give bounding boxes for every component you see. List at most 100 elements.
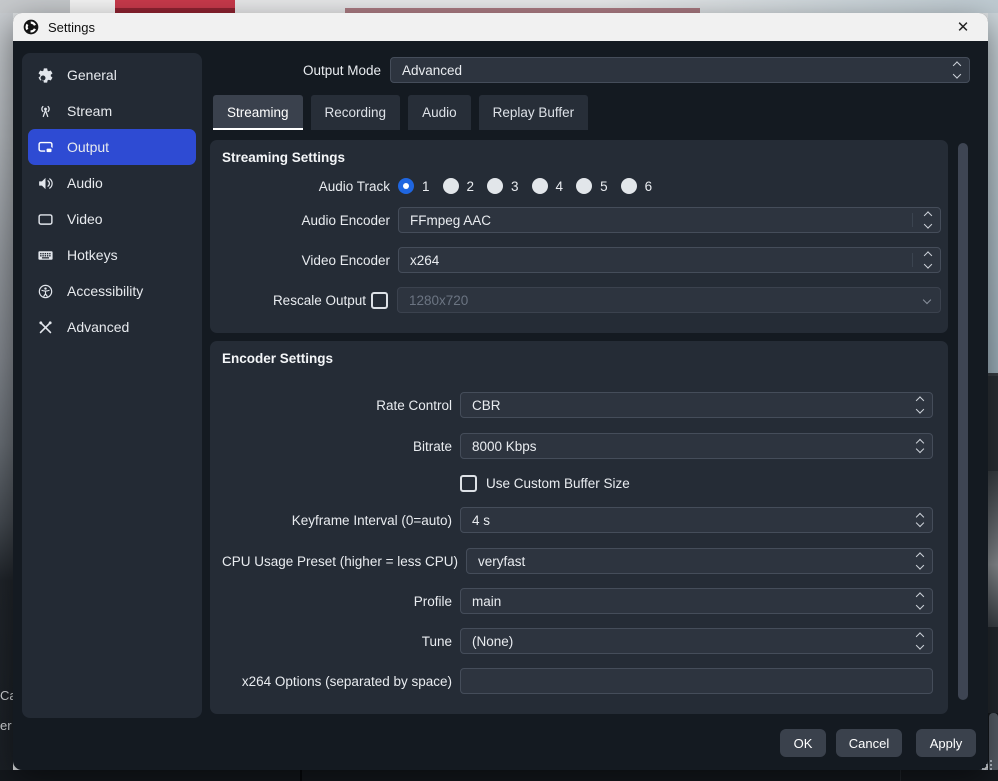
video-encoder-row: Video Encoder x264: [222, 247, 941, 273]
chevron-down-icon: [924, 297, 930, 303]
video-encoder-label: Video Encoder: [222, 253, 390, 268]
background-preview-image: [988, 471, 998, 627]
background-window-edge: [70, 0, 115, 13]
radio-label: 1: [422, 179, 430, 194]
tab-recording[interactable]: Recording: [311, 95, 401, 130]
background-left-strip: Ca er: [0, 13, 13, 781]
cpu-preset-row: CPU Usage Preset (higher = less CPU) ver…: [222, 548, 933, 574]
rate-control-select[interactable]: CBR: [460, 392, 933, 418]
chevron-up-down-icon: [925, 213, 931, 228]
radio-track-1[interactable]: [398, 178, 414, 194]
output-tabs: Streaming Recording Audio Replay Buffer: [213, 95, 588, 130]
chevron-up-down-icon: [917, 594, 923, 609]
output-mode-label: Output Mode: [253, 57, 381, 84]
resize-grip[interactable]: [982, 760, 994, 772]
keyframe-interval-value: 4 s: [472, 513, 490, 528]
audio-encoder-value: FFmpeg AAC: [410, 213, 491, 228]
sidebar-item-advanced[interactable]: Advanced: [28, 309, 196, 345]
group-heading: Streaming Settings: [222, 150, 345, 165]
sidebar-item-stream[interactable]: Stream: [28, 93, 196, 129]
rescale-resolution-value: 1280x720: [409, 293, 468, 308]
chevron-up-down-icon: [954, 63, 960, 78]
audio-encoder-select[interactable]: FFmpeg AAC: [398, 207, 941, 233]
radio-label: 5: [600, 179, 608, 194]
rate-control-value: CBR: [472, 398, 501, 413]
divider: [912, 253, 913, 267]
sidebar-item-audio[interactable]: Audio: [28, 165, 196, 201]
chevron-up-down-icon: [917, 398, 923, 413]
rate-control-label: Rate Control: [222, 398, 452, 413]
cpu-preset-select[interactable]: veryfast: [466, 548, 933, 574]
rescale-output-label: Rescale Output: [222, 293, 366, 308]
sidebar-item-label: Video: [67, 211, 103, 227]
tune-select[interactable]: (None): [460, 628, 933, 654]
output-mode-select[interactable]: Advanced: [390, 57, 970, 83]
monitor-icon: [37, 211, 54, 228]
window-title: Settings: [48, 20, 95, 35]
group-heading: Encoder Settings: [222, 351, 333, 366]
profile-value: main: [472, 594, 501, 609]
tab-audio[interactable]: Audio: [408, 95, 471, 130]
tab-replay-buffer[interactable]: Replay Buffer: [479, 95, 589, 130]
chevron-up-down-icon: [917, 554, 923, 569]
background-red-bar: [115, 0, 235, 8]
close-icon[interactable]: ✕: [952, 16, 974, 38]
x264-options-input[interactable]: [460, 668, 933, 694]
screen-share-icon: [37, 139, 54, 156]
titlebar[interactable]: Settings ✕: [13, 13, 988, 41]
profile-row: Profile main: [222, 588, 933, 614]
sidebar-item-label: Hotkeys: [67, 247, 118, 263]
background-text-fragment: er: [0, 718, 13, 733]
sidebar-item-video[interactable]: Video: [28, 201, 196, 237]
video-encoder-select[interactable]: x264: [398, 247, 941, 273]
cancel-button[interactable]: Cancel: [836, 729, 902, 757]
gear-icon: [37, 67, 54, 84]
chevron-up-down-icon: [917, 634, 923, 649]
sidebar-item-label: Advanced: [67, 319, 129, 335]
audio-encoder-label: Audio Encoder: [222, 213, 390, 228]
sidebar-item-accessibility[interactable]: Accessibility: [28, 273, 196, 309]
radio-label: 3: [511, 179, 519, 194]
radio-track-4[interactable]: [532, 178, 548, 194]
tune-label: Tune: [222, 634, 452, 649]
scrollbar-thumb[interactable]: [958, 143, 968, 700]
tools-icon: [37, 319, 54, 336]
sidebar-item-hotkeys[interactable]: Hotkeys: [28, 237, 196, 273]
apply-button[interactable]: Apply: [916, 729, 976, 757]
content-scrollbar[interactable]: [958, 141, 968, 721]
background-window-edge: [0, 0, 70, 13]
rescale-output-checkbox[interactable]: [371, 292, 388, 309]
cpu-preset-label: CPU Usage Preset (higher = less CPU): [222, 554, 458, 569]
bitrate-value: 8000 Kbps: [472, 439, 537, 454]
bitrate-spinbox[interactable]: 8000 Kbps: [460, 433, 933, 459]
tab-streaming[interactable]: Streaming: [213, 95, 303, 130]
radio-track-5[interactable]: [576, 178, 592, 194]
rescale-resolution-select[interactable]: 1280x720: [397, 287, 941, 313]
desktop: Ca er Settings ✕: [0, 0, 998, 781]
radio-track-6[interactable]: [621, 178, 637, 194]
background-text-fragment: Ca: [0, 688, 13, 703]
spin-down-icon[interactable]: [917, 520, 923, 526]
radio-track-3[interactable]: [487, 178, 503, 194]
ok-button[interactable]: OK: [780, 729, 826, 757]
keyframe-interval-spinbox[interactable]: 4 s: [460, 507, 933, 533]
background-panel: [988, 373, 998, 471]
spin-down-icon[interactable]: [917, 446, 923, 452]
background-divider: [900, 770, 901, 781]
broadcast-icon: [37, 103, 54, 120]
tune-row: Tune (None): [222, 628, 933, 654]
profile-select[interactable]: main: [460, 588, 933, 614]
custom-buffer-checkbox[interactable]: [460, 475, 477, 492]
settings-sidebar: General Stream Output Audio: [22, 53, 202, 718]
radio-track-2[interactable]: [443, 178, 459, 194]
sidebar-item-general[interactable]: General: [28, 57, 196, 93]
background-right-strip: [988, 13, 998, 781]
sidebar-item-label: Output: [67, 139, 109, 155]
keyframe-interval-label: Keyframe Interval (0=auto): [222, 513, 452, 528]
audio-encoder-row: Audio Encoder FFmpeg AAC: [222, 207, 941, 233]
sidebar-item-label: Accessibility: [67, 283, 143, 299]
speaker-icon: [37, 175, 54, 192]
sidebar-item-output[interactable]: Output: [28, 129, 196, 165]
tune-value: (None): [472, 634, 513, 649]
bitrate-label: Bitrate: [222, 439, 452, 454]
